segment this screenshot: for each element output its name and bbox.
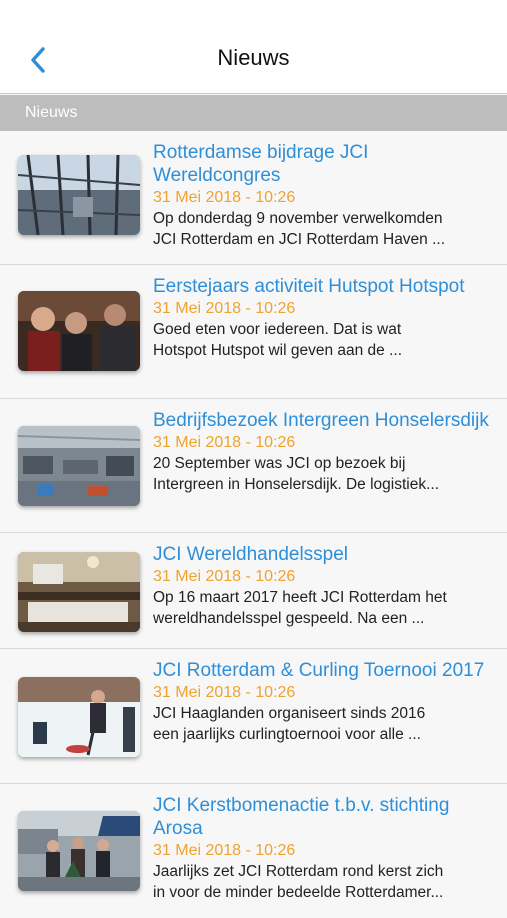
news-date: 31 Mei 2018 - 10:26 xyxy=(153,684,296,701)
news-item[interactable]: Bedrijfsbezoek Intergreen Honselersdijk … xyxy=(0,399,507,533)
news-title: JCI Kerstbomenactie t.b.v. stichting Aro… xyxy=(153,795,450,839)
section-header: Nieuws xyxy=(0,95,507,131)
news-item[interactable]: JCI Kerstbomenactie t.b.v. stichting Aro… xyxy=(0,784,507,918)
news-date: 31 Mei 2018 - 10:26 xyxy=(153,189,296,206)
nav-bar: Nieuws xyxy=(0,0,507,94)
news-title: JCI Wereldhandelsspel xyxy=(153,544,349,565)
news-thumbnail xyxy=(18,677,140,757)
news-description: JCI Haaglanden organiseert sinds 2016 ee… xyxy=(153,705,426,743)
news-description: 20 September was JCI op bezoek bij Inter… xyxy=(153,455,440,493)
news-thumbnail xyxy=(18,426,140,506)
news-thumbnail xyxy=(18,552,140,632)
news-date: 31 Mei 2018 - 10:26 xyxy=(153,842,296,859)
news-thumbnail xyxy=(18,811,140,891)
news-thumbnail xyxy=(18,291,140,371)
news-thumbnail xyxy=(18,155,140,235)
news-item[interactable]: JCI Wereldhandelsspel 31 Mei 2018 - 10:2… xyxy=(0,533,507,649)
news-description: Op 16 maart 2017 heeft JCI Rotterdam het… xyxy=(153,589,447,627)
news-date: 31 Mei 2018 - 10:26 xyxy=(153,434,296,451)
news-item[interactable]: Rotterdamse bijdrage JCI Wereldcongres 3… xyxy=(0,131,507,265)
news-description: Op donderdag 9 november verwelkomden JCI… xyxy=(153,210,446,248)
news-title: Bedrijfsbezoek Intergreen Honselersdijk xyxy=(153,410,489,431)
page-title: Nieuws xyxy=(217,45,290,70)
news-description: Jaarlijks zet JCI Rotterdam rond kerst z… xyxy=(153,863,444,901)
news-item[interactable]: JCI Rotterdam & Curling Toernooi 2017 31… xyxy=(0,649,507,784)
news-title: Rotterdamse bijdrage JCI Wereldcongres xyxy=(153,142,369,186)
news-description: Goed eten voor iedereen. Dat is wat Hots… xyxy=(153,321,403,359)
news-date: 31 Mei 2018 - 10:26 xyxy=(153,568,296,585)
news-item[interactable]: Eerstejaars activiteit Hutspot Hotspot 3… xyxy=(0,265,507,399)
news-title: Eerstejaars activiteit Hutspot Hotspot xyxy=(153,276,465,297)
news-title: JCI Rotterdam & Curling Toernooi 2017 xyxy=(153,660,485,681)
news-list: Rotterdamse bijdrage JCI Wereldcongres 3… xyxy=(0,131,507,918)
news-date: 31 Mei 2018 - 10:26 xyxy=(153,300,296,317)
